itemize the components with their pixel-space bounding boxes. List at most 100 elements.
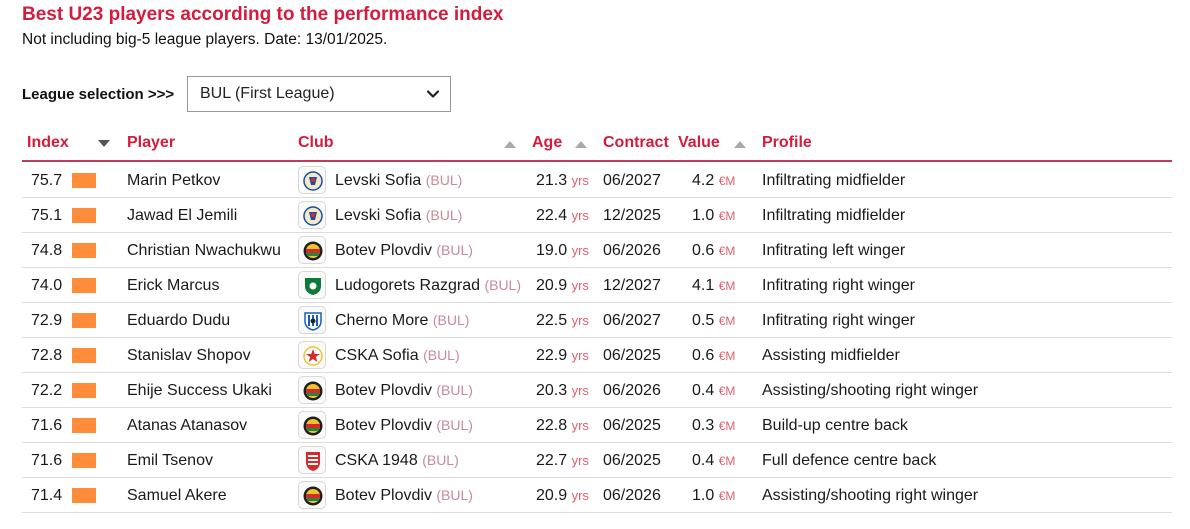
league-selection-label: League selection >>> bbox=[22, 86, 175, 103]
botev-crest-icon bbox=[298, 481, 326, 509]
value-amount: 4.1 bbox=[692, 277, 715, 294]
player-name[interactable]: Eduardo Dudu bbox=[127, 312, 230, 330]
club-label: Levski Sofia bbox=[335, 172, 422, 189]
club-country: (BUL) bbox=[484, 277, 521, 293]
value-unit: €M bbox=[718, 279, 736, 293]
column-header-player[interactable]: Player bbox=[127, 134, 175, 152]
contract-date: 06/2026 bbox=[603, 242, 661, 259]
contract-date: 06/2026 bbox=[603, 487, 661, 504]
club-name: Ludogorets Razgrad (BUL) bbox=[335, 277, 521, 295]
table-row[interactable]: 71.6 Atanas Atanasov Botev Plovdiv (BUL)… bbox=[22, 408, 1172, 443]
market-value: 0.6 €M bbox=[692, 347, 735, 365]
player-name[interactable]: Erick Marcus bbox=[127, 277, 219, 295]
player-name[interactable]: Jawad El Jemili bbox=[127, 207, 237, 225]
table-row[interactable]: 72.8 Stanislav Shopov CSKA Sofia (BUL) 2… bbox=[22, 338, 1172, 373]
column-header-value[interactable]: Value bbox=[678, 134, 720, 152]
market-value: 1.0 €M bbox=[692, 207, 735, 225]
player-name[interactable]: Christian Nwachukwu bbox=[127, 242, 281, 260]
index-value: 74.0 bbox=[31, 277, 63, 294]
age-value: 19.0 bbox=[536, 242, 568, 259]
ludogorets-crest-icon bbox=[298, 271, 326, 299]
club-label: Botev Plovdiv bbox=[335, 382, 432, 399]
age-value: 21.3 bbox=[536, 172, 568, 189]
player-name[interactable]: Stanislav Shopov bbox=[127, 347, 251, 365]
index-bar bbox=[72, 453, 96, 468]
sort-asc-icon[interactable] bbox=[504, 140, 516, 148]
contract-date: 06/2025 bbox=[603, 417, 661, 434]
index-value: 71.6 bbox=[31, 452, 63, 469]
table-row[interactable]: 74.0 Erick Marcus Ludogorets Razgrad (BU… bbox=[22, 268, 1172, 303]
age-value: 22.9 bbox=[536, 347, 568, 364]
player-name[interactable]: Ehije Success Ukaki bbox=[127, 382, 272, 400]
table-row[interactable]: 72.9 Eduardo Dudu Cherno More (BUL) 22.5… bbox=[22, 303, 1172, 338]
index-value: 72.8 bbox=[31, 347, 63, 364]
player-age: 21.3 yrs bbox=[536, 172, 589, 190]
table-row[interactable]: 71.4 Samuel Akere Botev Plovdiv (BUL) 20… bbox=[22, 478, 1172, 513]
league-select[interactable]: BUL (First League) bbox=[187, 76, 451, 112]
player-age: 22.7 yrs bbox=[536, 452, 589, 470]
column-header-contract[interactable]: Contract bbox=[603, 134, 669, 152]
index-bar bbox=[72, 278, 96, 293]
contract-date: 12/2027 bbox=[603, 277, 661, 294]
page-title: Best U23 players according to the perfor… bbox=[22, 4, 504, 25]
contract-date: 06/2027 bbox=[603, 172, 661, 189]
cska-sofia-crest-icon bbox=[298, 341, 326, 369]
player-age: 20.3 yrs bbox=[536, 382, 589, 400]
column-header-profile[interactable]: Profile bbox=[762, 134, 812, 152]
club-country: (BUL) bbox=[432, 312, 470, 328]
value-unit: €M bbox=[718, 314, 736, 328]
sort-asc-icon[interactable] bbox=[575, 140, 587, 148]
player-profile: Infiltrating midfielder bbox=[762, 172, 906, 189]
botev-crest-icon bbox=[298, 376, 326, 404]
value-unit: €M bbox=[718, 244, 736, 258]
club-name: CSKA Sofia (BUL) bbox=[335, 347, 460, 365]
value-unit: €M bbox=[718, 174, 736, 188]
club-label: Cherno More bbox=[335, 312, 429, 329]
column-header-age[interactable]: Age bbox=[532, 134, 562, 152]
index-bar bbox=[72, 313, 96, 328]
value-unit: €M bbox=[718, 349, 736, 363]
player-profile: Assisting midfielder bbox=[762, 347, 900, 364]
value-amount: 0.6 bbox=[692, 242, 715, 259]
value-amount: 0.6 bbox=[692, 347, 715, 364]
player-name[interactable]: Marin Petkov bbox=[127, 172, 220, 190]
value-amount: 0.5 bbox=[692, 312, 715, 329]
index-bar bbox=[72, 383, 96, 398]
club-label: Botev Plovdiv bbox=[335, 242, 432, 259]
club-country: (BUL) bbox=[436, 487, 473, 503]
player-profile: Infitrating left winger bbox=[762, 242, 906, 259]
column-header-index[interactable]: Index bbox=[27, 134, 69, 152]
player-name[interactable]: Atanas Atanasov bbox=[127, 417, 247, 435]
value-amount: 1.0 bbox=[692, 207, 715, 224]
club-name: CSKA 1948 (BUL) bbox=[335, 452, 459, 470]
club-label: Botev Plovdiv bbox=[335, 417, 432, 434]
player-age: 20.9 yrs bbox=[536, 487, 589, 505]
age-value: 22.5 bbox=[536, 312, 568, 329]
index-bar bbox=[72, 173, 96, 188]
player-name[interactable]: Samuel Akere bbox=[127, 487, 227, 505]
column-header-club[interactable]: Club bbox=[298, 134, 334, 152]
club-country: (BUL) bbox=[425, 207, 463, 223]
player-age: 22.5 yrs bbox=[536, 312, 589, 330]
table-row[interactable]: 71.6 Emil Tsenov CSKA 1948 (BUL) 22.7 yr… bbox=[22, 443, 1172, 478]
market-value: 0.3 €M bbox=[692, 417, 735, 435]
club-label: Ludogorets Razgrad bbox=[335, 277, 480, 294]
table-row[interactable]: 75.1 Jawad El Jemili Levski Sofia (BUL) … bbox=[22, 198, 1172, 233]
age-unit: yrs bbox=[571, 348, 589, 363]
player-age: 22.8 yrs bbox=[536, 417, 589, 435]
club-name: Botev Plovdiv (BUL) bbox=[335, 382, 473, 400]
sort-desc-icon[interactable] bbox=[98, 140, 110, 148]
table-row[interactable]: 74.8 Christian Nwachukwu Botev Plovdiv (… bbox=[22, 233, 1172, 268]
botev-crest-icon bbox=[298, 411, 326, 439]
value-amount: 0.4 bbox=[692, 452, 715, 469]
club-name: Levski Sofia (BUL) bbox=[335, 172, 462, 190]
table-row[interactable]: 75.7 Marin Petkov Levski Sofia (BUL) 21.… bbox=[22, 163, 1172, 198]
market-value: 0.5 €M bbox=[692, 312, 735, 330]
player-profile: Infitrating right winger bbox=[762, 277, 915, 294]
sort-asc-icon[interactable] bbox=[734, 140, 746, 148]
player-age: 22.9 yrs bbox=[536, 347, 589, 365]
player-name[interactable]: Emil Tsenov bbox=[127, 452, 213, 470]
levski-crest-icon bbox=[298, 166, 326, 194]
index-bar bbox=[72, 488, 96, 503]
table-row[interactable]: 72.2 Ehije Success Ukaki Botev Plovdiv (… bbox=[22, 373, 1172, 408]
